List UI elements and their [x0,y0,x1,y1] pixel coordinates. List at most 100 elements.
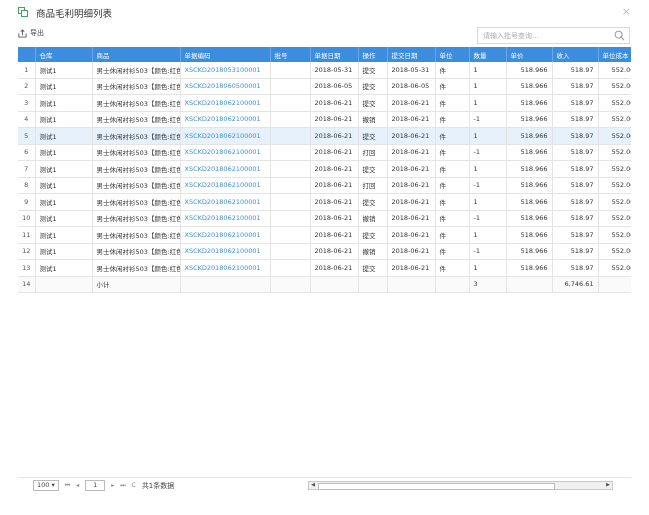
last-page-icon[interactable]: ⏭ [120,482,125,490]
cell-unit-price: 518.966 [506,62,553,79]
column-header-unit-price[interactable]: 单价 [506,47,553,62]
horizontal-scrollbar[interactable]: ◀ ▶ [308,481,613,490]
cell-product: 男士休闲衬衫503【颜色:红色 [92,94,181,112]
cell-batch-no [270,94,311,112]
table-row[interactable]: 11 测试1 男士休闲衬衫503【颜色:红色 XSCKD2018062100001 20… [18,226,631,244]
cell-unit-cost: 552.000 [598,210,631,227]
cell-row-index: 2 [18,78,36,95]
cell-warehouse: 测试1 [35,193,93,211]
cell-unit-price: 518.966 [506,210,553,227]
cell-unit-cost [598,276,631,293]
column-header-document-date[interactable]: 单据日期 [310,47,359,62]
cell-document-code[interactable]: XSCKD2018062100001 [180,177,271,194]
column-header-batch-no[interactable]: 批号 [270,47,311,62]
cell-quantity: -1 [469,177,507,194]
cell-operation: 提交 [358,259,388,277]
column-header-submit-date[interactable]: 提交日期 [387,47,436,62]
table-row[interactable]: 5 测试1 男士休闲衬衫503【颜色:红色 XSCKD2018062100001 201… [18,127,631,145]
column-header-document-code[interactable]: 单据编码 [180,47,271,62]
cell-document-code[interactable]: XSCKD2018062100001 [180,160,271,178]
scroll-left-icon[interactable]: ◀ [309,482,317,489]
cell-quantity: 1 [469,62,507,79]
cell-document-code[interactable]: XSCKD2018062100001 [180,94,271,112]
scrollbar-thumb[interactable] [318,483,555,490]
subtotal-row[interactable]: 14 小计 3 6,746.61 [18,276,631,293]
table-row[interactable]: 9 测试1 男士休闲衬衫503【颜色:红色 XSCKD2018062100001 201… [18,193,631,211]
scroll-right-icon[interactable]: ▶ [604,482,612,489]
export-label: 导出 [30,29,44,37]
batch-search-input[interactable] [483,31,603,41]
table-row[interactable]: 10 测试1 男士休闲衬衫503【颜色:红色 XSCKD2018062100001 20… [18,210,631,227]
cell-submit-date: 2018-06-21 [387,259,436,277]
cell-warehouse: 测试1 [35,94,93,112]
next-page-icon[interactable]: ▸ [111,482,114,489]
table-row[interactable]: 7 测试1 男士休闲衬衫503【颜色:红色 XSCKD2018062100001 201… [18,160,631,178]
column-header-warehouse[interactable]: 仓库 [35,47,93,62]
cell-quantity: 1 [469,259,507,277]
cell-unit: 件 [435,62,470,79]
cell-document-date: 2018-06-21 [310,144,359,161]
cell-unit-price: 518.966 [506,127,553,145]
cell-document-code[interactable]: XSCKD2018062100001 [180,144,271,161]
cell-row-index: 4 [18,111,36,128]
table-row[interactable]: 13 测试1 男士休闲衬衫503【颜色:红色 XSCKD2018062100001 20… [18,259,631,277]
cell-document-code[interactable]: XSCKD2018062100001 [180,193,271,211]
table-row[interactable]: 12 测试1 男士休闲衬衫503【颜色:红色 XSCKD2018062100001 20… [18,243,631,260]
cell-document-code[interactable]: XSCKD2018062100001 [180,243,271,260]
cell-row-index: 7 [18,160,36,178]
cell-warehouse: 测试1 [35,226,93,244]
cell-document-code[interactable]: XSCKD2018053100001 [180,62,271,79]
first-page-icon[interactable]: ⏮ [65,482,70,490]
refresh-icon[interactable]: C [132,482,136,489]
cell-row-index: 3 [18,94,36,112]
page-size-select[interactable]: 100 ▾ [33,480,59,491]
cell-revenue: 518.97 [552,111,599,128]
cell-product: 男士休闲衬衫503【颜色:红色 [92,144,181,161]
table-row[interactable]: 1 测试1 男士休闲衬衫503【颜色:红色 XSCKD2018053100001 201… [18,62,631,79]
cell-unit-cost: 552.000 [598,127,631,145]
column-header-quantity[interactable]: 数量 [469,47,507,62]
cell-document-code[interactable]: XSCKD2018060500001 [180,78,271,95]
cell-batch-no [270,210,311,227]
cell-unit-price: 518.966 [506,243,553,260]
table-row[interactable]: 8 测试1 男士休闲衬衫503【颜色:红色 XSCKD2018062100001 201… [18,177,631,194]
cell-document-code[interactable]: XSCKD2018062100001 [180,259,271,277]
cell-operation [358,276,388,293]
cell-unit: 件 [435,94,470,112]
column-header-revenue[interactable]: 收入 [552,47,599,62]
cell-revenue: 518.97 [552,78,599,95]
cell-row-index: 8 [18,177,36,194]
cell-unit-cost: 552.000 [598,243,631,260]
cell-warehouse: 测试1 [35,111,93,128]
column-header-unit-cost[interactable]: 单位成本 [598,47,631,62]
column-header-product[interactable]: 商品 [92,47,181,62]
cell-document-code[interactable]: XSCKD2018062100001 [180,111,271,128]
search-icon[interactable] [614,30,625,41]
dialog-titlebar: 商品毛利明细列表 × [0,0,649,24]
column-header-row-index[interactable] [18,47,36,62]
prev-page-icon[interactable]: ◂ [76,482,79,489]
cell-document-code[interactable]: XSCKD2018062100001 [180,226,271,244]
table-row[interactable]: 3 测试1 男士休闲衬衫503【颜色:红色 XSCKD2018062100001 201… [18,94,631,112]
cell-submit-date: 2018-06-21 [387,94,436,112]
cell-operation: 提交 [358,226,388,244]
export-button[interactable]: 导出 [18,28,44,38]
cell-document-code[interactable]: XSCKD2018062100001 [180,127,271,145]
table-row[interactable]: 2 测试1 男士休闲衬衫503【颜色:红色 XSCKD2018060500001 201… [18,78,631,95]
table-header-row: 仓库 商品 单据编码 批号 单据日期 操作 提交日期 单位 数量 单价 收入 单位成本 [18,47,631,62]
cell-document-code[interactable]: XSCKD2018062100001 [180,210,271,227]
cell-batch-no [270,111,311,128]
table-row[interactable]: 4 测试1 男士休闲衬衫503【颜色:红色 XSCKD2018062100001 201… [18,111,631,128]
cell-unit: 件 [435,243,470,260]
cell-document-code[interactable] [180,276,271,293]
close-icon[interactable]: × [622,5,631,18]
column-header-operation[interactable]: 操作 [358,47,388,62]
column-header-unit[interactable]: 单位 [435,47,470,62]
cell-unit: 件 [435,226,470,244]
page-number-input[interactable]: 1 [85,480,106,491]
cell-quantity: 1 [469,127,507,145]
table-row[interactable]: 6 测试1 男士休闲衬衫503【颜色:红色 XSCKD2018062100001 201… [18,144,631,161]
cell-unit-price: 518.966 [506,160,553,178]
cell-warehouse: 测试1 [35,243,93,260]
cell-quantity: -1 [469,144,507,161]
